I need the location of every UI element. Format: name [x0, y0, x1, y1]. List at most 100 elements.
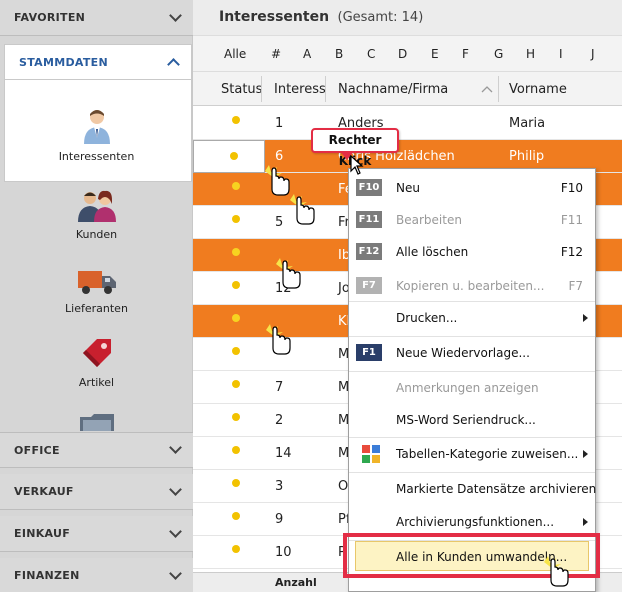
menu-item-ms-word-seriendruck[interactable]: MS-Word Seriendruck... [349, 403, 595, 436]
sidebar-item-label: Lieferanten [65, 302, 128, 315]
click-hand-icon [276, 258, 301, 289]
alpha-filter-h[interactable]: H [526, 47, 535, 61]
interessent-number: 2 [275, 413, 284, 428]
menu-item-kopieren-u-bearbeiten[interactable]: F7 Kopieren u. bearbeiten... F7 [349, 269, 595, 302]
menu-item-shortcut: F12 [560, 245, 583, 259]
column-divider [261, 76, 262, 102]
interessent-number: 1 [275, 116, 284, 131]
status-dot [232, 512, 240, 520]
price-tag-icon [82, 339, 111, 367]
menu-item-neu[interactable]: F10 Neu F10 [349, 171, 595, 204]
sidebar-item-kunden[interactable]: Kunden [0, 190, 193, 241]
interessent-number: 10 [275, 545, 292, 560]
interessent-number: 3 [275, 479, 284, 494]
section-label: VERKAUF [14, 485, 74, 498]
status-dot [232, 314, 240, 322]
cell-focus-box [193, 140, 265, 173]
edit-icon: F11 [356, 211, 382, 228]
footer-label: Anzahl [275, 576, 317, 589]
section-label: FINANZEN [14, 569, 80, 582]
sidebar-section-favoriten[interactable]: FAVORITEN [0, 0, 193, 36]
sidebar-section-office[interactable]: OFFICE [0, 432, 193, 468]
menu-item-alle-löschen[interactable]: F12 Alle löschen F12 [349, 235, 595, 268]
interessent-number: 9 [275, 512, 284, 527]
menu-separator [349, 437, 595, 438]
chevron-down-icon [169, 482, 182, 496]
alpha-filter-c[interactable]: C [367, 47, 375, 61]
menu-item-tabellen-kategorie-zuweisen[interactable]: Tabellen-Kategorie zuweisen... [349, 437, 595, 470]
menu-item-label: Alle löschen [396, 245, 469, 259]
menu-item-label: Tabellen-Kategorie zuweisen... [396, 447, 579, 461]
column-divider [498, 76, 499, 102]
status-dot [232, 545, 240, 553]
section-label: OFFICE [14, 443, 60, 457]
context-menu: F10 Neu F10 F11 Bearbeiten F11 F12 Alle löschen… [348, 168, 596, 592]
interessent-number: 5 [275, 215, 284, 230]
status-dot [230, 152, 238, 160]
column-header-nachname[interactable]: Nachname/Firma [338, 82, 448, 97]
right-click-callout: Rechter Klick [311, 128, 399, 168]
folder-icon [80, 414, 114, 431]
alpha-filter-f[interactable]: F [462, 47, 469, 61]
menu-separator [349, 336, 595, 337]
alpha-filter-g[interactable]: G [494, 47, 503, 61]
column-header-vorname[interactable]: Vorname [509, 82, 567, 97]
list-title-bar: Interessenten (Gesamt: 14) [193, 0, 622, 36]
menu-item-shortcut: F7 [568, 279, 583, 293]
menu-item-label: Kopieren u. bearbeiten... [396, 279, 545, 293]
alpha-filter-alle[interactable]: Alle [224, 47, 246, 61]
sidebar-section-stammdaten[interactable]: STAMMDATEN [4, 44, 192, 80]
column-header-interessent[interactable]: Interess [274, 82, 326, 97]
sidebar-item-label: Kunden [75, 228, 118, 241]
sidebar-section-einkauf[interactable]: EINKAUF [0, 516, 193, 552]
vorname-cell: Philip [509, 149, 545, 164]
chevron-down-icon [169, 524, 182, 538]
click-hand-icon [290, 194, 315, 225]
sidebar-section-finanzen[interactable]: FINANZEN [0, 558, 193, 592]
mouse-pointer-icon [350, 155, 364, 175]
chevron-down-icon [169, 8, 182, 22]
menu-item-label: Bearbeiten [396, 213, 462, 227]
column-header-status[interactable]: Status [221, 82, 262, 97]
alpha-filter-a[interactable]: A [303, 47, 311, 61]
table-header: Status Interess Nachname/Firma Vorname [193, 72, 622, 106]
alpha-filter-j[interactable]: J [591, 47, 595, 61]
menu-item-neue-wiedervorlage[interactable]: F1 Neue Wiedervorlage... [349, 336, 595, 369]
menu-item-label: Anmerkungen anzeigen [396, 381, 539, 395]
person-tie-icon [83, 110, 110, 144]
submenu-arrow-icon [583, 450, 588, 458]
menu-item-anmerkungen-anzeigen[interactable]: Anmerkungen anzeigen [349, 371, 595, 404]
menu-item-markierte-datensätze-archivieren[interactable]: Markierte Datensätze archivieren [349, 472, 596, 505]
submenu-arrow-icon [583, 518, 588, 526]
click-hand-icon [544, 556, 569, 587]
menu-item-label: Neue Wiedervorlage... [396, 346, 530, 360]
new-icon: F10 [356, 179, 382, 196]
alpha-filter-e[interactable]: E [431, 47, 439, 61]
interessent-number: 6 [275, 149, 284, 164]
submenu-arrow-icon [583, 314, 588, 322]
alpha-filter-i[interactable]: I [559, 47, 563, 61]
alpha-filter-d[interactable]: D [398, 47, 407, 61]
sidebar-item-label: Interessenten [58, 150, 135, 163]
sidebar-section-verkauf[interactable]: VERKAUF [0, 474, 193, 510]
page-title: Interessenten [219, 9, 330, 25]
sidebar-item-interessenten[interactable]: Interessenten [0, 108, 193, 163]
menu-item-drucken[interactable]: Drucken... [349, 301, 595, 334]
menu-item-label: Drucken... [396, 311, 458, 325]
alpha-filter-hash[interactable]: # [271, 47, 281, 61]
copy-edit-icon: F7 [356, 277, 382, 294]
sidebar-item-lieferanten[interactable]: Lieferanten [0, 268, 193, 315]
sidebar-item-label: Artikel [78, 376, 115, 389]
table-row[interactable]: 1 Anders Maria [193, 107, 622, 140]
menu-item-label: MS-Word Seriendruck... [396, 413, 536, 427]
column-divider [325, 76, 326, 102]
truck-icon [77, 271, 116, 294]
interessent-number: 7 [275, 380, 284, 395]
alphabet-filter-bar: Alle # A B C D E F G H I J [193, 36, 622, 72]
sidebar-item-artikel[interactable]: Artikel [0, 336, 193, 389]
menu-item-shortcut: F11 [560, 213, 583, 227]
status-dot [232, 380, 240, 388]
alpha-filter-b[interactable]: B [335, 47, 343, 61]
menu-item-shortcut: F10 [560, 181, 583, 195]
menu-item-bearbeiten[interactable]: F11 Bearbeiten F11 [349, 203, 595, 236]
